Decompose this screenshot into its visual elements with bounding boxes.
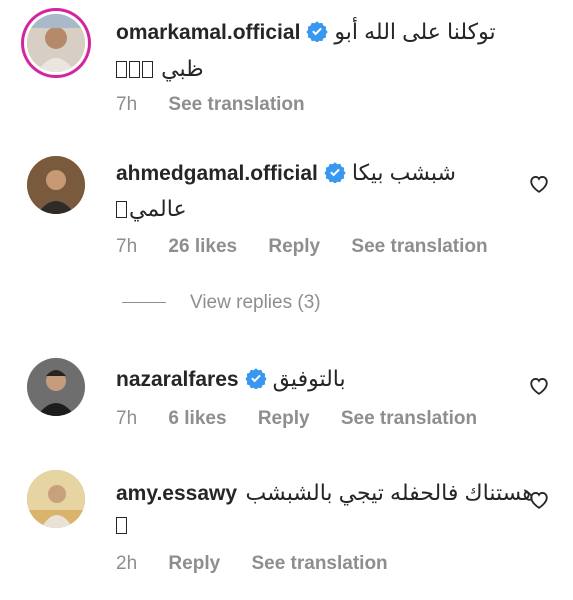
see-translation-link[interactable]: See translation [251,553,387,574]
comment-username[interactable]: omarkamal.official [116,21,300,44]
divider-line [122,302,166,304]
comment-username[interactable]: nazaralfares [116,368,239,391]
comment-time: 7h [116,94,138,115]
heart-outline-icon[interactable] [528,489,550,511]
emoji-placeholder [116,517,127,534]
avatar-amyessawy[interactable] [27,470,85,528]
heart-outline-icon[interactable] [528,173,550,195]
emoji-placeholder [142,61,153,78]
see-translation-link[interactable]: See translation [168,94,304,115]
emoji-placeholder [116,61,127,78]
avatar-ahmedgamal[interactable] [27,156,85,214]
reply-button[interactable]: Reply [268,236,320,257]
verified-badge-icon [324,162,346,183]
comment-text: شبشب بيكا [351,160,456,185]
comment-text: هستناك فالحفله تيجي بالشبشب [245,480,534,505]
comment-likes[interactable]: 26 likes [168,236,237,257]
see-translation-link[interactable]: See translation [341,408,477,429]
comment-time: 7h [116,236,138,257]
emoji-placeholder [129,61,140,78]
comment-text-line2: عالمي [129,196,187,221]
reply-button[interactable]: Reply [258,408,310,429]
view-replies-label: View replies (3) [190,292,321,313]
comment-username[interactable]: amy.essawy [116,482,237,505]
comment-time: 2h [116,553,138,574]
comment-text: بالتوفيق [272,366,346,391]
comment-text: توكلنا على الله أبو [334,19,496,44]
avatar-omarkamal[interactable] [27,14,85,72]
comment-time: 7h [116,408,138,429]
reply-button[interactable]: Reply [168,553,220,574]
comment-likes[interactable]: 6 likes [168,408,226,429]
comment-text-line2: ظبي [161,56,204,81]
comment-username[interactable]: ahmedgamal.official [116,162,318,185]
heart-outline-icon[interactable] [528,375,550,397]
view-replies-button[interactable]: View replies (3) [122,292,321,314]
verified-badge-icon [306,21,329,42]
verified-badge-icon [244,368,267,389]
see-translation-link[interactable]: See translation [351,236,487,257]
avatar-nazaralfares[interactable] [27,358,85,416]
emoji-placeholder [116,201,127,218]
